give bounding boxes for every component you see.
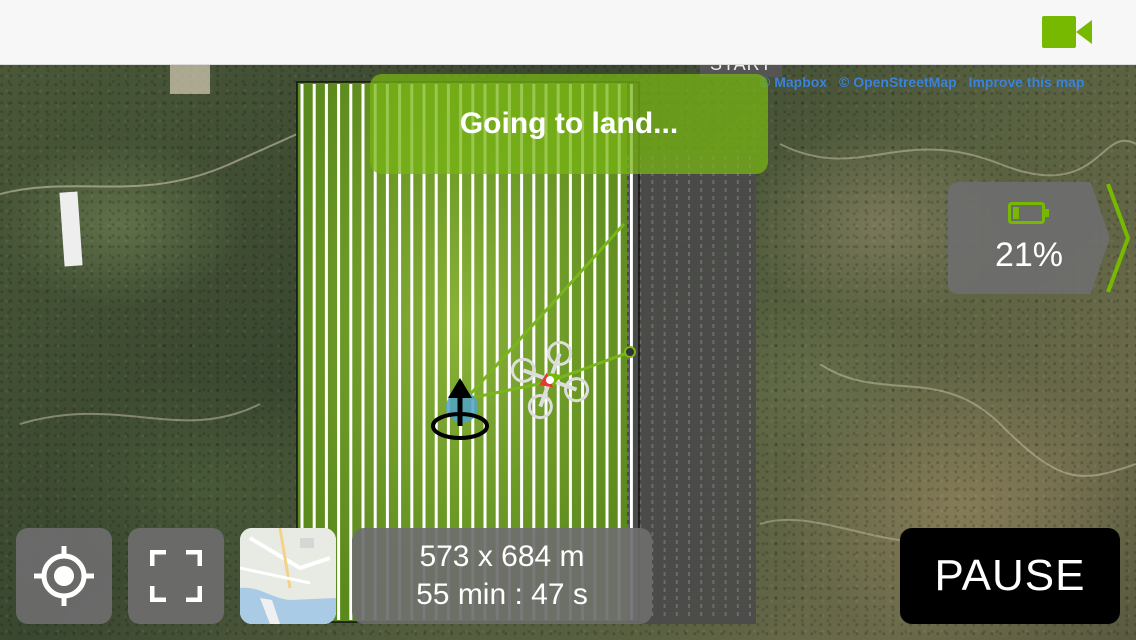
building	[59, 191, 83, 267]
mission-duration: 55 min : 47 s	[416, 578, 588, 611]
pause-button[interactable]: PAUSE	[900, 528, 1120, 624]
crosshair-icon	[34, 546, 94, 606]
video-camera-button[interactable]	[1042, 14, 1092, 50]
attribution-osm[interactable]: © OpenStreetMap	[839, 74, 957, 90]
top-bar	[0, 0, 1136, 65]
battery-panel-chevron[interactable]	[1104, 182, 1134, 294]
fullscreen-icon	[150, 550, 202, 602]
battery-panel[interactable]: 21%	[948, 182, 1110, 294]
battery-percent: 21%	[994, 236, 1064, 274]
locate-button[interactable]	[16, 528, 112, 624]
status-toast: Going to land...	[370, 74, 768, 174]
attribution-improve-map[interactable]: Improve this map	[969, 74, 1085, 90]
mission-info-panel: 573 x 684 m 55 min : 47 s	[352, 528, 652, 624]
map-type-button[interactable]	[240, 528, 336, 624]
waypoint-marker[interactable]	[624, 346, 636, 358]
video-camera-icon	[1042, 16, 1092, 48]
fullscreen-button[interactable]	[128, 528, 224, 624]
status-message: Going to land...	[459, 107, 679, 140]
map-thumbnail-icon	[240, 528, 336, 624]
map-attribution: © Mapbox © OpenStreetMap Improve this ma…	[760, 74, 1092, 90]
mission-area: 573 x 684 m	[419, 540, 585, 573]
battery-icon	[1008, 202, 1049, 224]
